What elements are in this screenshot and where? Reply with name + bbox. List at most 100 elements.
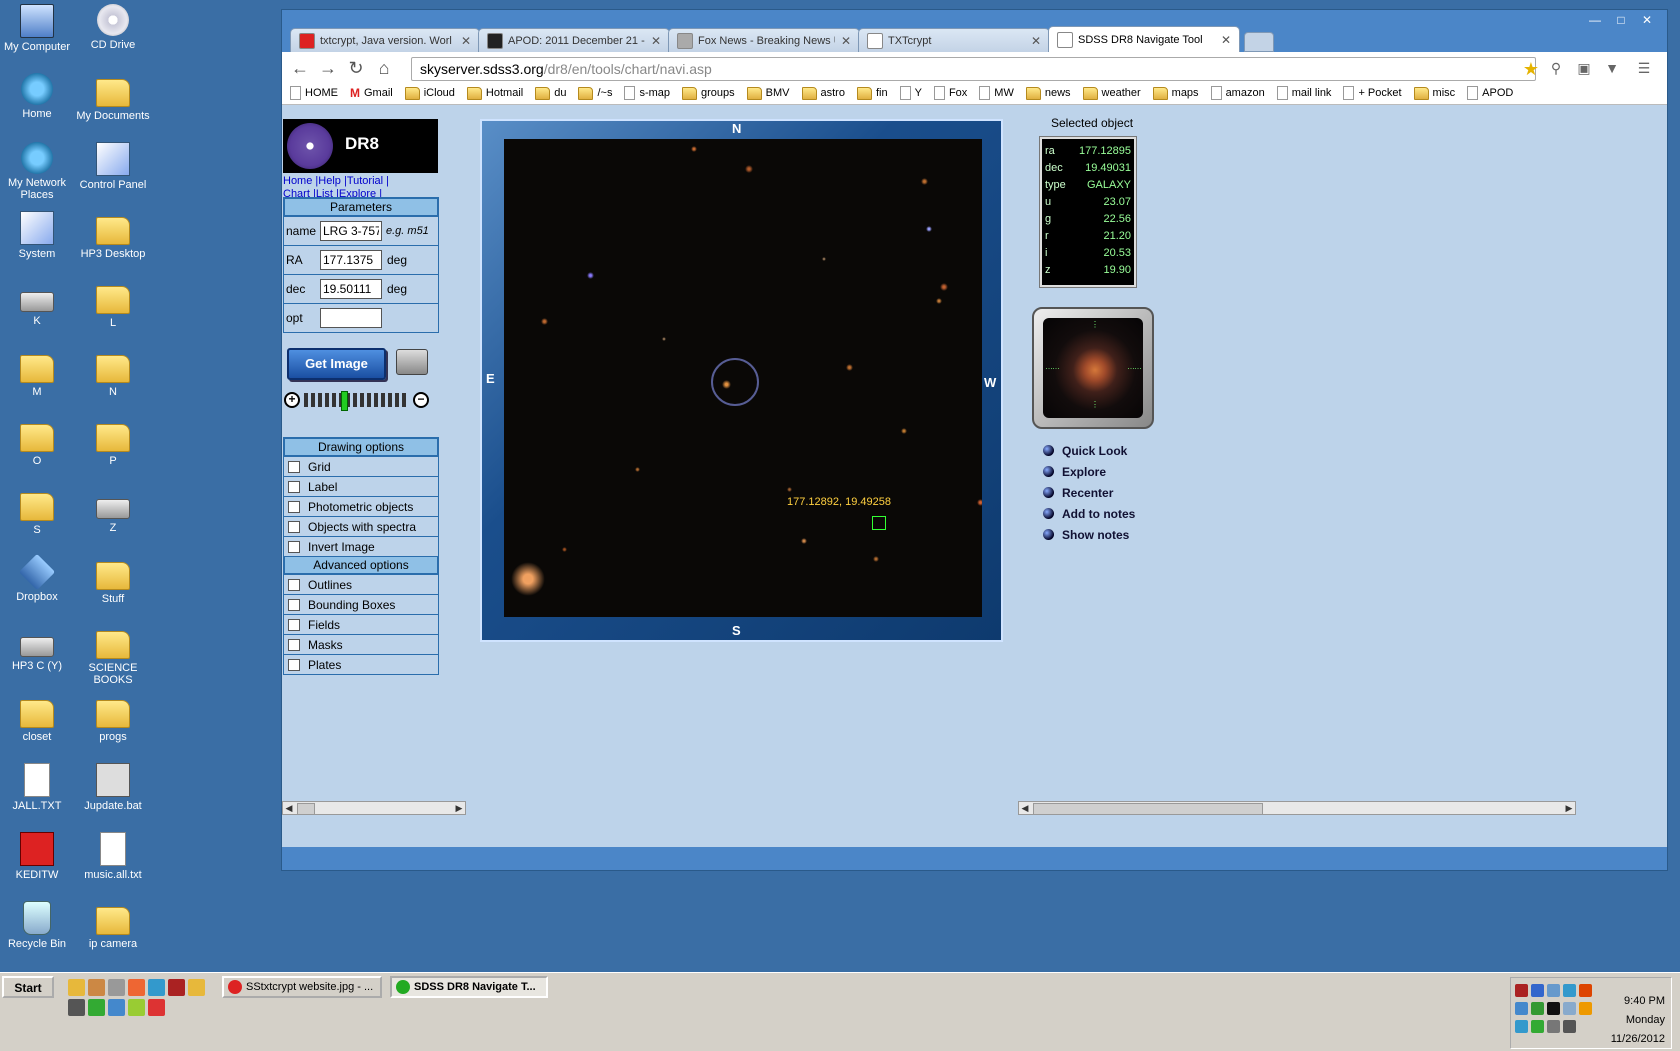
desktop-icon[interactable]: Jupdate.bat [76,763,150,812]
option-outlines[interactable]: Outlines [283,575,439,595]
tray-icon[interactable] [1531,1020,1544,1033]
app-icon[interactable] [88,999,105,1016]
tray-icon[interactable] [1531,1002,1544,1015]
desktop-icon[interactable]: S [0,487,74,536]
checkbox[interactable] [288,500,300,513]
nav-link-home[interactable]: Home [283,175,312,187]
bookmark-item[interactable]: Y [899,86,922,100]
tools-icon[interactable] [68,999,85,1016]
option-bounding-boxes[interactable]: Bounding Boxes [283,595,439,615]
clock[interactable]: 9:40 PM Monday 11/26/2012 [1611,992,1665,1049]
tray-icon[interactable] [1547,1020,1560,1033]
bookmark-item[interactable]: news [1025,86,1071,100]
bookmark-item[interactable]: + Pocket [1343,86,1402,100]
bookmark-item[interactable]: maps [1152,86,1199,100]
browser-tab[interactable]: APOD: 2011 December 21 - / ✕ [478,28,670,52]
app-icon[interactable] [128,999,145,1016]
tray-icon[interactable] [1579,1002,1592,1015]
desktop-icon[interactable]: N [76,349,150,398]
browser-tab[interactable]: TXTcrypt ✕ [858,28,1050,52]
checkbox[interactable] [288,520,300,533]
chrome-icon[interactable] [148,999,165,1016]
scroll-left-icon[interactable]: ◀ [1019,802,1031,814]
tray-icon[interactable] [1547,1002,1560,1015]
drive-icon[interactable] [108,979,125,996]
bookmark-item[interactable]: amazon [1210,86,1265,100]
desktop-icon[interactable]: Dropbox [0,553,74,603]
desktop-icon[interactable]: Recycle Bin [0,901,74,950]
tray-icon[interactable] [1563,984,1576,997]
desktop-icon[interactable]: progs [76,694,150,743]
close-window-button[interactable]: ✕ [1635,12,1659,28]
bookmark-item[interactable]: BMV [746,86,790,100]
checkbox[interactable] [288,540,300,553]
bookmark-item[interactable]: APOD [1467,86,1513,100]
desktop-icon[interactable]: ip camera [76,901,150,950]
desktop-icon[interactable]: CD Drive [76,4,150,51]
zoom-slider-thumb[interactable] [340,391,348,411]
bookmark-item[interactable]: iCloud [404,86,455,100]
get-image-button[interactable]: Get Image [287,348,386,380]
tab-close-icon[interactable]: ✕ [1221,33,1231,47]
forward-icon[interactable]: → [316,58,340,79]
menu-icon[interactable]: ☰ [1635,60,1653,78]
option-fields[interactable]: Fields [283,615,439,635]
option-plates[interactable]: Plates [283,655,439,675]
desktop-icon[interactable]: My Computer [0,4,74,53]
scroll-right-icon[interactable]: ▶ [453,802,465,814]
ra-input[interactable] [320,250,382,270]
tray-icon[interactable] [1579,984,1592,997]
tray-icon[interactable] [1515,984,1528,997]
option-label[interactable]: Label [283,477,439,497]
bookmark-item[interactable]: groups [682,86,735,100]
browser-tab[interactable]: Fox News - Breaking News U ✕ [668,28,860,52]
desktop-icon[interactable]: SCIENCE BOOKS [76,625,150,686]
app-icon[interactable] [108,999,125,1016]
bookmark-star-icon[interactable]: ★ [1523,59,1539,80]
desktop-icon[interactable]: O [0,418,74,467]
desktop-icon[interactable]: L [76,280,150,329]
desktop-icon[interactable]: System [0,211,74,260]
desktop-icon[interactable]: Control Panel [76,142,150,191]
bookmark-item[interactable]: /~s [578,86,612,100]
option-objects-with-spectra[interactable]: Objects with spectra [283,517,439,537]
checkbox[interactable] [288,578,300,591]
checkbox[interactable] [288,638,300,651]
desktop-icon[interactable]: music.all.txt [76,832,150,881]
browser-tab[interactable]: txtcrypt, Java version. Worl ✕ [290,28,480,52]
opt-input[interactable] [320,308,382,328]
nav-link-tutorial[interactable]: Tutorial [347,175,383,187]
pocket-icon[interactable]: ▼ [1603,60,1621,78]
taskbar-button[interactable]: SStxtcrypt website.jpg - ... [222,976,382,998]
action-show-notes[interactable]: Show notes [1043,524,1135,545]
checkbox[interactable] [288,598,300,611]
bookmark-item[interactable]: fin [856,86,888,100]
option-masks[interactable]: Masks [283,635,439,655]
object-thumbnail[interactable]: ⋮ ⋮ …… …… [1043,318,1143,418]
app-icon[interactable] [88,979,105,996]
option-grid[interactable]: Grid [283,457,439,477]
checkbox[interactable] [288,658,300,671]
minimize-button[interactable]: — [1583,12,1607,28]
option-photometric-objects[interactable]: Photometric objects [283,497,439,517]
desktop-icon[interactable]: Home [0,73,74,120]
action-quick-look[interactable]: Quick Look [1043,440,1135,461]
bookmark-item[interactable]: s-map [624,86,670,100]
tab-close-icon[interactable]: ✕ [1031,34,1041,48]
desktop-icon[interactable]: Stuff [76,556,150,605]
desktop-icon[interactable]: HP3 Desktop [76,211,150,260]
tab-close-icon[interactable]: ✕ [651,34,661,48]
scroll-right-icon[interactable]: ▶ [1563,802,1575,814]
checkbox[interactable] [288,618,300,631]
desktop-icon[interactable]: closet [0,694,74,743]
scroll-thumb[interactable] [297,803,315,815]
extension-icon[interactable]: ▣ [1575,60,1593,78]
reload-icon[interactable]: ↻ [344,58,368,79]
folder-icon[interactable] [188,979,205,996]
printer-icon[interactable] [396,349,428,375]
sky-image[interactable]: 177.12892, 19.49258 [504,139,982,617]
bookmark-item[interactable]: Fox [933,86,967,100]
firefox-icon[interactable] [128,979,145,996]
volume-icon[interactable] [1563,1020,1576,1033]
tab-close-icon[interactable]: ✕ [461,34,471,48]
